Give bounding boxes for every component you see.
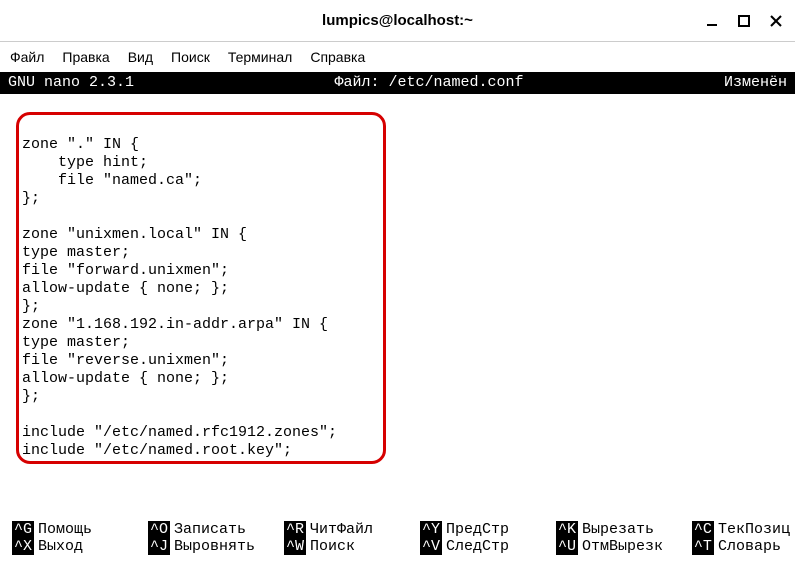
window-title: lumpics@localhost:~ [322, 12, 473, 29]
shortcut-key: ^C [692, 521, 714, 538]
shortcut-ctrl-K: ^KВырезать [556, 521, 684, 538]
shortcut-ctrl-U: ^UОтмВырезк [556, 538, 684, 555]
menubar: Файл Правка Вид Поиск Терминал Справка [0, 42, 795, 72]
menu-terminal[interactable]: Терминал [228, 49, 292, 65]
menu-view[interactable]: Вид [128, 49, 153, 65]
shortcut-label: ЧитФайл [310, 521, 373, 538]
shortcut-label: Вырезать [582, 521, 654, 538]
shortcut-label: Словарь [718, 538, 781, 555]
shortcut-label: Поиск [310, 538, 355, 555]
nano-file: Файл: /etc/named.conf [134, 74, 724, 92]
shortcut-label: Записать [174, 521, 246, 538]
window-titlebar: lumpics@localhost:~ [0, 0, 795, 42]
terminal-area[interactable]: GNU nano 2.3.1 Файл: /etc/named.conf Изм… [0, 72, 795, 521]
window-controls [705, 14, 783, 28]
shortcut-key: ^G [12, 521, 34, 538]
shortcut-key: ^O [148, 521, 170, 538]
shortcut-key: ^W [284, 538, 306, 555]
shortcut-ctrl-G: ^GПомощь [12, 521, 140, 538]
shortcut-ctrl-T: ^TСловарь [692, 538, 795, 555]
nano-shortcuts: ^GПомощь^OЗаписать^RЧитФайл^YПредСтр^KВы… [0, 521, 795, 561]
shortcut-ctrl-X: ^XВыход [12, 538, 140, 555]
shortcut-ctrl-W: ^WПоиск [284, 538, 412, 555]
nano-header: GNU nano 2.3.1 Файл: /etc/named.conf Изм… [0, 72, 795, 94]
shortcut-key: ^V [420, 538, 442, 555]
menu-file[interactable]: Файл [10, 49, 44, 65]
shortcut-key: ^U [556, 538, 578, 555]
close-button[interactable] [769, 14, 783, 28]
shortcut-key: ^T [692, 538, 714, 555]
shortcut-key: ^R [284, 521, 306, 538]
shortcut-key: ^J [148, 538, 170, 555]
menu-search[interactable]: Поиск [171, 49, 210, 65]
shortcut-label: СледСтр [446, 538, 509, 555]
shortcut-ctrl-Y: ^YПредСтр [420, 521, 548, 538]
menu-help[interactable]: Справка [310, 49, 365, 65]
shortcut-label: ТекПозиц [718, 521, 790, 538]
nano-version: GNU nano 2.3.1 [8, 74, 134, 92]
shortcut-label: ОтмВырезк [582, 538, 663, 555]
shortcut-ctrl-V: ^VСледСтр [420, 538, 548, 555]
editor-content[interactable]: zone "." IN { type hint; file "named.ca"… [0, 94, 795, 466]
shortcut-ctrl-J: ^JВыровнять [148, 538, 276, 555]
shortcut-key: ^K [556, 521, 578, 538]
shortcut-key: ^Y [420, 521, 442, 538]
minimize-button[interactable] [705, 14, 719, 28]
nano-status: Изменён [724, 74, 787, 92]
menu-edit[interactable]: Правка [62, 49, 109, 65]
shortcut-ctrl-C: ^CТекПозиц [692, 521, 795, 538]
shortcut-key: ^X [12, 538, 34, 555]
shortcut-ctrl-O: ^OЗаписать [148, 521, 276, 538]
maximize-button[interactable] [737, 14, 751, 28]
shortcut-ctrl-R: ^RЧитФайл [284, 521, 412, 538]
shortcut-label: Помощь [38, 521, 92, 538]
shortcut-label: Выровнять [174, 538, 255, 555]
shortcut-label: ПредСтр [446, 521, 509, 538]
shortcut-label: Выход [38, 538, 83, 555]
